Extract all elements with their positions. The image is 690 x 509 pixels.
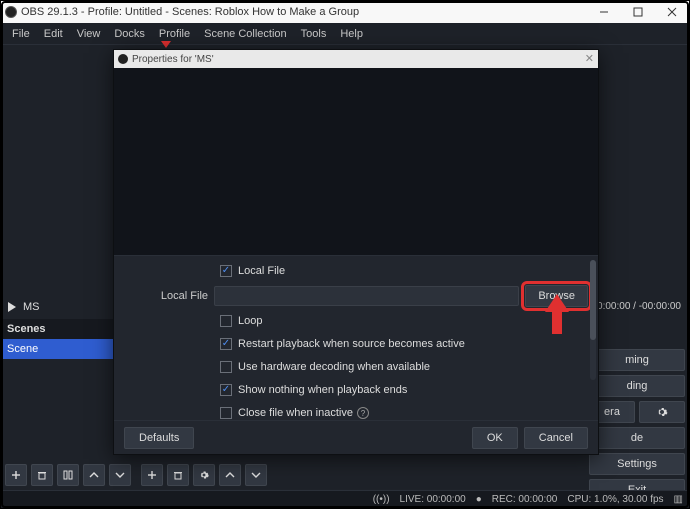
status-live: LIVE: 00:00:00 <box>400 494 466 505</box>
gear-icon <box>199 470 209 480</box>
help-icon[interactable]: ? <box>357 407 369 419</box>
cancel-label: Cancel <box>539 432 573 444</box>
source-move-up-button[interactable] <box>219 464 241 486</box>
obs-logo-icon <box>118 54 128 64</box>
show-nothing-label: Show nothing when playback ends <box>238 384 407 396</box>
dock-layout-icon[interactable]: ▥ <box>674 494 683 505</box>
network-icon: ((•)) <box>373 494 390 505</box>
dialog-title: Properties for 'MS' <box>132 54 214 65</box>
right-btn-settings[interactable]: Settings <box>589 453 685 475</box>
dialog-close-button[interactable]: ✕ <box>585 52 594 65</box>
obs-logo-icon <box>5 6 17 18</box>
play-icon[interactable] <box>7 302 17 312</box>
menu-tools[interactable]: Tools <box>294 23 334 45</box>
maximize-button[interactable] <box>621 1 655 23</box>
dialog-preview-area <box>114 68 598 256</box>
dialog-titlebar: Properties for 'MS' ✕ <box>114 50 598 68</box>
dialog-scrollbar[interactable] <box>590 260 596 380</box>
scene-add-button[interactable] <box>5 464 27 486</box>
ok-button[interactable]: OK <box>472 427 518 449</box>
status-cpu: CPU: 1.0%, 30.00 fps <box>567 494 663 505</box>
properties-dialog: Properties for 'MS' ✕ Local File Local F… <box>113 49 599 455</box>
chevron-up-icon <box>225 470 235 480</box>
scenes-header: Scenes <box>1 319 131 339</box>
loop-checkbox[interactable]: Loop <box>220 315 262 327</box>
media-controls-row: MS <box>1 295 131 319</box>
dialog-footer: Defaults OK Cancel <box>114 420 598 454</box>
menu-scene-collection[interactable]: Scene Collection <box>197 23 294 45</box>
scene-move-up-button[interactable] <box>83 464 105 486</box>
trash-icon <box>173 470 183 480</box>
chevron-down-icon <box>251 470 261 480</box>
scene-item[interactable]: Scene <box>1 339 131 359</box>
media-time-label: 00:00:00 / -00:00:00 <box>591 301 681 312</box>
browse-button[interactable]: Browse <box>525 285 588 307</box>
defaults-button[interactable]: Defaults <box>124 427 194 449</box>
source-properties-button[interactable] <box>193 464 215 486</box>
plus-icon <box>11 470 21 480</box>
local-file-label: Local File <box>124 290 214 302</box>
close-button[interactable] <box>655 1 689 23</box>
filter-icon <box>63 470 73 480</box>
window-title: OBS 29.1.3 - Profile: Untitled - Scenes:… <box>21 6 359 18</box>
restart-playback-checkbox[interactable]: Restart playback when source becomes act… <box>220 338 465 350</box>
source-move-down-button[interactable] <box>245 464 267 486</box>
right-btn-streaming[interactable]: ming <box>589 349 685 371</box>
menu-file[interactable]: File <box>5 23 37 45</box>
scene-move-down-button[interactable] <box>109 464 131 486</box>
annotation-caret-icon <box>161 41 171 48</box>
chevron-down-icon <box>115 470 125 480</box>
menu-edit[interactable]: Edit <box>37 23 70 45</box>
virtual-camera-settings-button[interactable] <box>639 401 685 423</box>
menu-view[interactable]: View <box>70 23 108 45</box>
restart-playback-label: Restart playback when source becomes act… <box>238 338 465 350</box>
defaults-label: Defaults <box>139 432 179 444</box>
trash-icon <box>37 470 47 480</box>
status-rec: REC: 00:00:00 <box>492 494 558 505</box>
menu-help[interactable]: Help <box>333 23 370 45</box>
menu-profile[interactable]: Profile <box>152 23 197 45</box>
close-inactive-label: Close file when inactive <box>238 407 353 419</box>
minimize-button[interactable] <box>587 1 621 23</box>
scenes-panel: Scenes Scene <box>1 319 131 359</box>
hardware-decoding-checkbox[interactable]: Use hardware decoding when available <box>220 361 430 373</box>
bottom-toolbars <box>5 464 267 486</box>
browse-button-label: Browse <box>538 290 575 302</box>
right-controls-panel: ming ding era de Settings Exit <box>589 349 685 505</box>
media-source-name: MS <box>23 301 40 313</box>
status-bar: ((•)) LIVE: 00:00:00 ● REC: 00:00:00 CPU… <box>1 490 689 508</box>
right-btn-recording[interactable]: ding <box>589 375 685 397</box>
scrollbar-thumb[interactable] <box>590 260 596 340</box>
local-file-checkbox-label: Local File <box>238 265 285 277</box>
show-nothing-checkbox[interactable]: Show nothing when playback ends <box>220 384 407 396</box>
local-file-checkbox[interactable]: Local File <box>220 265 285 277</box>
dialog-form: Local File Local File Browse Loop Restar… <box>114 256 598 420</box>
gear-icon <box>656 406 668 418</box>
source-remove-button[interactable] <box>167 464 189 486</box>
local-file-input[interactable] <box>214 286 519 306</box>
ok-label: OK <box>487 432 503 444</box>
menu-docks[interactable]: Docks <box>107 23 152 45</box>
hardware-decoding-label: Use hardware decoding when available <box>238 361 430 373</box>
cancel-button[interactable]: Cancel <box>524 427 588 449</box>
menubar: File Edit View Docks Profile Scene Colle… <box>1 23 689 45</box>
loop-label: Loop <box>238 315 262 327</box>
plus-icon <box>147 470 157 480</box>
right-btn-studio-mode[interactable]: de <box>589 427 685 449</box>
close-inactive-checkbox[interactable]: Close file when inactive? <box>220 407 369 419</box>
record-icon: ● <box>476 494 482 505</box>
chevron-up-icon <box>89 470 99 480</box>
source-add-button[interactable] <box>141 464 163 486</box>
scene-filter-button[interactable] <box>57 464 79 486</box>
scene-remove-button[interactable] <box>31 464 53 486</box>
window-titlebar: OBS 29.1.3 - Profile: Untitled - Scenes:… <box>1 1 689 23</box>
